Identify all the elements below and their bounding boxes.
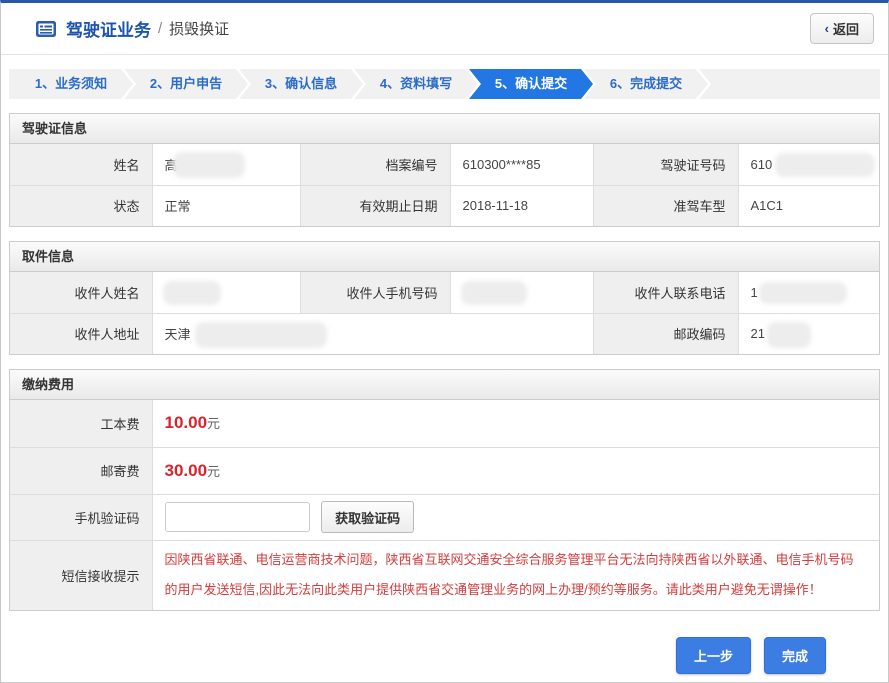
- redaction-smudge: [767, 322, 811, 348]
- vehicle-class-value: A1C1: [738, 185, 879, 226]
- redaction-smudge: [759, 282, 847, 304]
- redaction-smudge: [173, 152, 245, 178]
- redaction-smudge: [461, 281, 527, 305]
- status-label: 状态: [10, 185, 152, 226]
- postal-code-value: 21: [738, 313, 879, 354]
- sms-notice-text: 因陕西省联通、电信运营商技术问题，陕西省互联网交通安全综合服务管理平台无法向持陕…: [165, 541, 880, 609]
- back-chevron-icon: ‹: [825, 21, 829, 36]
- file-number-value: 610300****85: [450, 144, 593, 185]
- table-row: 手机验证码 获取验证码: [10, 494, 879, 540]
- postage-fee-amount: 30.00: [165, 461, 208, 480]
- footer-actions: 上一步 完成: [1, 611, 888, 674]
- table-row: 收件人地址 天津 邮政编码 21: [10, 313, 879, 354]
- recipient-address-value: 天津: [152, 313, 593, 354]
- recipient-phone-label: 收件人联系电话: [593, 272, 738, 313]
- production-fee-amount: 10.00: [165, 413, 208, 432]
- table-row: 状态 正常 有效期止日期 2018-11-18 准驾车型 A1C1: [10, 185, 879, 226]
- previous-step-button[interactable]: 上一步: [676, 637, 751, 674]
- sms-notice-label: 短信接收提示: [10, 540, 152, 610]
- get-sms-code-button[interactable]: 获取验证码: [321, 501, 414, 533]
- step-4-fill-data[interactable]: 4、资料填写: [354, 69, 478, 99]
- file-number-label: 档案编号: [300, 144, 450, 185]
- page-header: 驾驶证业务 / 损毁换证 ‹ 返回: [1, 3, 888, 55]
- table-row: 短信接收提示 因陕西省联通、电信运营商技术问题，陕西省互联网交通安全综合服务管理…: [10, 540, 879, 610]
- license-list-icon: [35, 20, 57, 38]
- recipient-mobile-value: [450, 272, 593, 313]
- step-3-confirm-info[interactable]: 3、确认信息: [239, 69, 363, 99]
- step-6-complete-submit[interactable]: 6、完成提交: [584, 69, 708, 99]
- page-title: 驾驶证业务: [66, 16, 151, 41]
- status-value: 正常: [152, 185, 300, 226]
- sms-code-cell: 获取验证码: [152, 494, 879, 540]
- name-label: 姓名: [10, 144, 152, 185]
- production-fee-label: 工本费: [10, 400, 152, 447]
- step-1-business-notes[interactable]: 1、业务须知: [9, 69, 133, 99]
- table-row: 工本费 10.00元: [10, 400, 879, 447]
- recipient-address-label: 收件人地址: [10, 313, 152, 354]
- sms-code-label: 手机验证码: [10, 494, 152, 540]
- redaction-smudge: [163, 281, 221, 305]
- recipient-phone-value: 1: [738, 272, 879, 313]
- production-fee-value: 10.00元: [152, 400, 879, 447]
- step-wizard-filler: [699, 69, 880, 99]
- recipient-name-value: [152, 272, 300, 313]
- fees-title: 缴纳费用: [10, 370, 879, 400]
- sms-code-input[interactable]: [165, 502, 310, 532]
- back-button[interactable]: ‹ 返回: [810, 13, 874, 44]
- recipient-name-label: 收件人姓名: [10, 272, 152, 313]
- expiry-date-label: 有效期止日期: [300, 185, 450, 226]
- currency-unit: 元: [207, 416, 220, 431]
- pickup-info-section: 取件信息 收件人姓名 收件人手机号码 收件人联系电话 1 收件人地址 天津: [9, 241, 880, 355]
- finish-button[interactable]: 完成: [764, 637, 826, 674]
- table-row: 姓名 高 档案编号 610300****85 驾驶证号码 610: [10, 144, 879, 185]
- license-info-title: 驾驶证信息: [10, 114, 879, 144]
- redaction-smudge: [775, 153, 875, 177]
- step-2-user-declaration[interactable]: 2、用户申告: [124, 69, 248, 99]
- postage-fee-value: 30.00元: [152, 447, 879, 494]
- vehicle-class-label: 准驾车型: [593, 185, 738, 226]
- step-5-confirm-submit[interactable]: 5、确认提交: [469, 69, 593, 99]
- breadcrumb-current: 损毁换证: [169, 18, 229, 39]
- license-number-label: 驾驶证号码: [593, 144, 738, 185]
- name-value: 高: [152, 144, 300, 185]
- license-info-section: 驾驶证信息 姓名 高 档案编号 610300****85 驾驶证号码 610 状…: [9, 113, 880, 227]
- breadcrumb-separator: /: [158, 20, 162, 37]
- table-row: 邮寄费 30.00元: [10, 447, 879, 494]
- license-number-value: 610: [738, 144, 879, 185]
- fees-section: 缴纳费用 工本费 10.00元 邮寄费 30.00元 手机验证码 获取验证码 短…: [9, 369, 880, 611]
- recipient-mobile-label: 收件人手机号码: [300, 272, 450, 313]
- back-button-label: 返回: [833, 19, 859, 38]
- step-wizard: 1、业务须知 2、用户申告 3、确认信息 4、资料填写 5、确认提交 6、完成提…: [9, 69, 880, 99]
- postage-fee-label: 邮寄费: [10, 447, 152, 494]
- expiry-date-value: 2018-11-18: [450, 185, 593, 226]
- redaction-smudge: [195, 322, 327, 348]
- sms-notice-cell: 因陕西省联通、电信运营商技术问题，陕西省互联网交通安全综合服务管理平台无法向持陕…: [152, 540, 879, 610]
- postal-code-label: 邮政编码: [593, 313, 738, 354]
- table-row: 收件人姓名 收件人手机号码 收件人联系电话 1: [10, 272, 879, 313]
- pickup-info-title: 取件信息: [10, 242, 879, 272]
- currency-unit: 元: [207, 464, 220, 479]
